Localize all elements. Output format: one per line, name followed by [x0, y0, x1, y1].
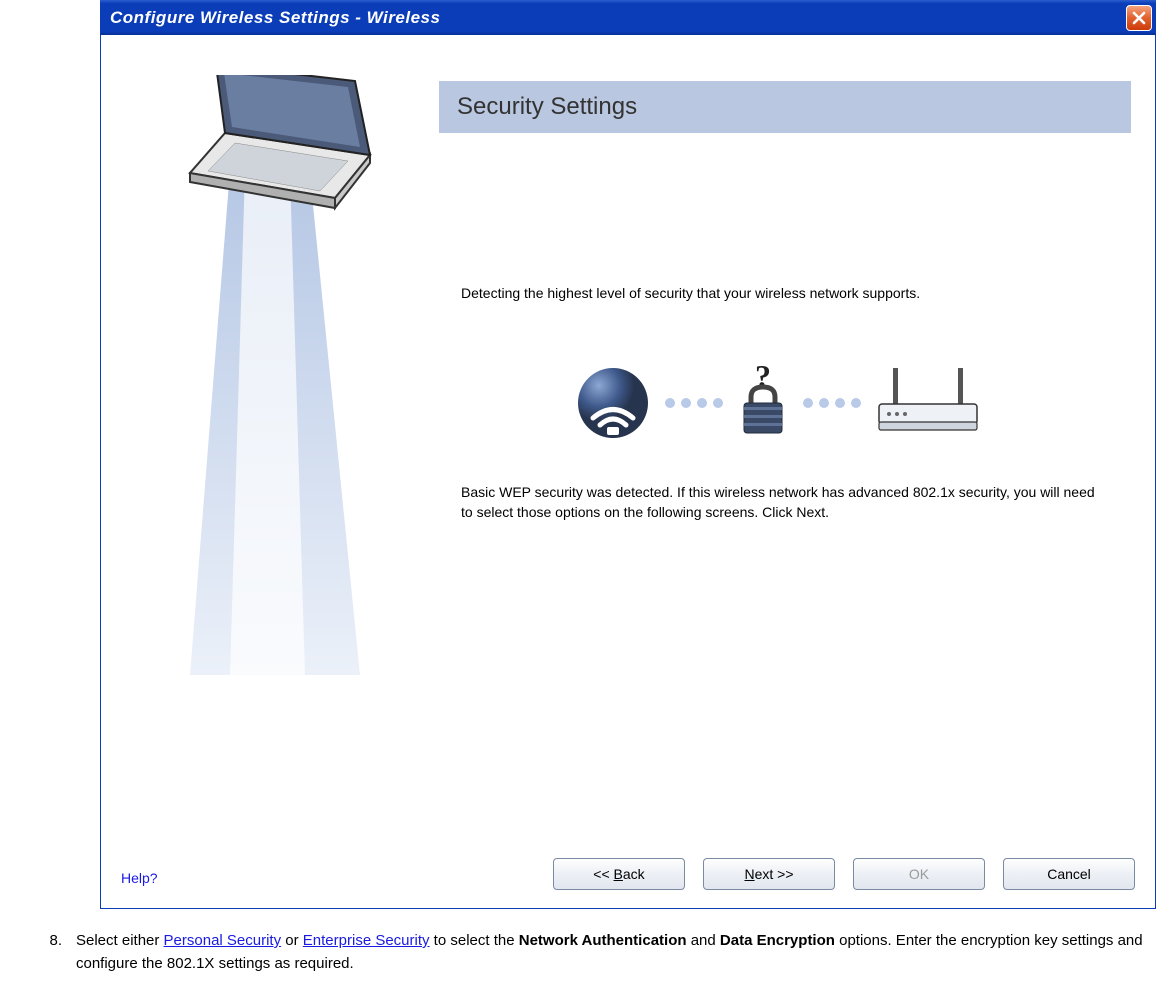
- back-suffix: ack: [623, 866, 645, 882]
- back-accesskey: B: [614, 866, 623, 882]
- enterprise-security-link[interactable]: Enterprise Security: [303, 932, 430, 949]
- instruction-t4: and: [687, 932, 720, 949]
- connector-dots: [665, 398, 723, 408]
- right-content-pane: Security Settings Detecting the highest …: [439, 35, 1155, 908]
- instruction-text: Select either Personal Security or Enter…: [76, 929, 1156, 976]
- content-heading-bar: Security Settings: [439, 81, 1131, 133]
- laptop-beam-illustration: [160, 75, 380, 695]
- wifi-signal-icon: [573, 363, 653, 443]
- content-heading: Security Settings: [457, 93, 637, 121]
- instruction-t2: or: [281, 932, 303, 949]
- result-text: Basic WEP security was detected. If this…: [461, 483, 1095, 522]
- ok-button: OK: [853, 858, 985, 890]
- window-titlebar: Configure Wireless Settings - Wireless: [100, 0, 1156, 35]
- close-icon: [1132, 11, 1146, 25]
- next-button[interactable]: Next >>: [703, 858, 835, 890]
- instruction-t1: Select either: [76, 932, 164, 949]
- window-title: Configure Wireless Settings - Wireless: [110, 8, 440, 28]
- help-link[interactable]: Help?: [121, 870, 158, 886]
- instruction-bold2: Data Encryption: [720, 932, 835, 949]
- instruction-bold1: Network Authentication: [519, 932, 687, 949]
- button-row: << Back Next >> OK Cancel: [553, 858, 1135, 890]
- router-icon: [873, 364, 983, 442]
- main-content: Detecting the highest level of security …: [439, 133, 1155, 522]
- cancel-button[interactable]: Cancel: [1003, 858, 1135, 890]
- back-prefix: <<: [593, 866, 613, 882]
- connector-dots: [803, 398, 861, 408]
- instruction-t3: to select the: [430, 932, 519, 949]
- instruction-number: 8.: [40, 929, 76, 976]
- next-suffix: ext >>: [755, 866, 794, 882]
- detection-icon-row: ?: [461, 363, 1095, 443]
- back-button[interactable]: << Back: [553, 858, 685, 890]
- lock-question-icon: ?: [735, 365, 791, 441]
- dialog-body: Security Settings Detecting the highest …: [100, 35, 1156, 909]
- wireless-settings-dialog: Configure Wireless Settings - Wireless: [100, 0, 1156, 909]
- close-button[interactable]: [1126, 5, 1152, 31]
- document-instruction-step: 8. Select either Personal Security or En…: [40, 929, 1156, 976]
- detecting-text: Detecting the highest level of security …: [461, 283, 1095, 303]
- next-accesskey: N: [744, 866, 754, 882]
- personal-security-link[interactable]: Personal Security: [164, 932, 282, 949]
- left-illustration-pane: [101, 35, 439, 908]
